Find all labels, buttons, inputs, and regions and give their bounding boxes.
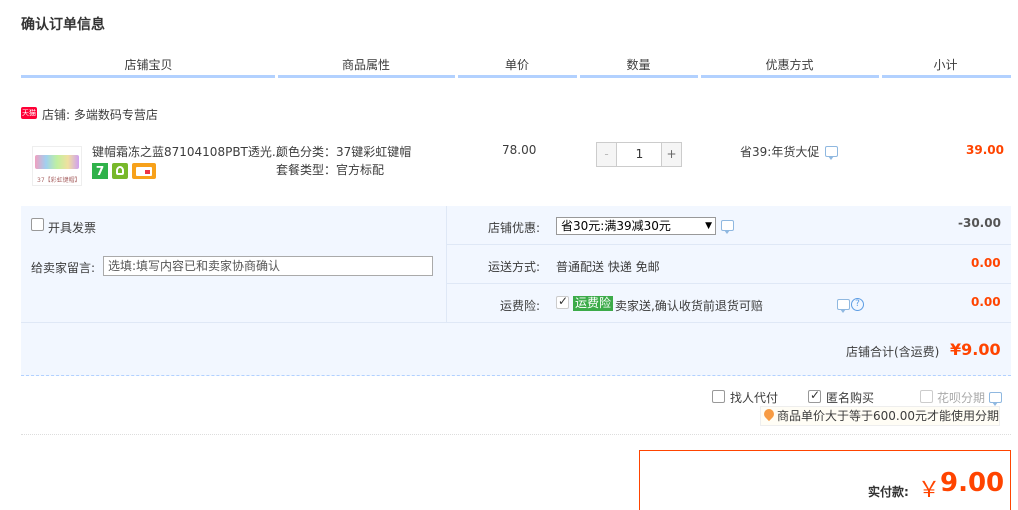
installment-checkbox [920, 390, 933, 403]
currency-symbol: ￥ [918, 478, 941, 503]
item-subtotal: 39.00 [966, 143, 1004, 157]
shipping-method: 普通配送 快递 免邮 [556, 260, 660, 274]
col-header-attrs: 商品属性 [341, 58, 390, 72]
shop-name[interactable]: 店铺: 多端数码专营店 [42, 106, 158, 123]
shop-coupon-select[interactable]: 省30元:满39减30元 ▼ [556, 217, 716, 235]
proxy-pay-checkbox[interactable] [712, 390, 725, 403]
product-thumbnail[interactable]: 37【彩虹键帽】 [32, 146, 82, 186]
attr-color: 颜色分类：37键彩虹键帽 [276, 145, 412, 159]
qty-plus-button[interactable]: + [661, 143, 681, 166]
unit-price: 78.00 [502, 143, 537, 157]
actual-pay-label: 实付款: [868, 485, 909, 499]
invoice-checkbox[interactable] [31, 218, 44, 231]
panel-bottom-border [21, 375, 1011, 376]
promo-info-icon[interactable] [825, 146, 838, 160]
col-header-price: 单价 [504, 58, 529, 72]
keyboard-image [35, 155, 79, 169]
insurance-checkbox [556, 294, 569, 309]
anonymous-purchase-checkbox[interactable] [808, 388, 821, 403]
help-question-icon[interactable]: ? [851, 298, 864, 311]
thumbnail-caption: 37【彩虹键帽】 [37, 177, 81, 184]
insurance-label: 运费险: [500, 299, 541, 313]
panel-divider [446, 206, 447, 322]
col-header-qty: 数量 [626, 58, 651, 72]
anonymous-purchase-label[interactable]: 匿名购买 [826, 389, 874, 406]
insurance-description: 卖家送,确认收货前退货可赔 [615, 299, 763, 313]
coupon-info-icon[interactable] [721, 220, 734, 234]
installment-info-icon[interactable] [989, 392, 1002, 406]
coupon-label: 店铺优惠: [488, 221, 541, 235]
actual-pay-amount: 9.00 [940, 468, 1005, 498]
qty-input[interactable]: 1 [618, 143, 661, 166]
checkout-divider [21, 434, 1011, 435]
promo-text: 省39:年货大促 [740, 145, 820, 159]
insurance-chat-icon[interactable] [837, 299, 850, 313]
shipping-label: 运送方式: [488, 260, 541, 274]
installment-tip: 商品单价大于等于600.00元才能使用分期 [760, 406, 1000, 426]
coupon-selected-value: 省30元:满39减30元 [561, 219, 671, 233]
message-label: 给卖家留言: [31, 261, 96, 275]
tmall-icon: 天猫 [21, 107, 37, 119]
qty-minus-button[interactable]: - [597, 143, 617, 166]
shipping-amount: 0.00 [971, 256, 1001, 270]
seven-day-return-icon[interactable]: 7 [92, 163, 108, 179]
page-title: 确认订单信息 [21, 17, 105, 33]
invoice-label[interactable]: 开具发票 [48, 219, 96, 236]
insurance-tag: 运费险 [573, 296, 614, 311]
chevron-down-icon: ▼ [705, 221, 712, 231]
shop-total-label: 店铺合计(含运费) [846, 345, 940, 359]
attr-package: 套餐类型：官方标配 [276, 163, 385, 177]
quantity-stepper[interactable]: - 1 + [596, 142, 682, 167]
proxy-pay-label[interactable]: 找人代付 [730, 389, 778, 406]
installment-label: 花呗分期 [937, 391, 986, 405]
header-underline [21, 75, 1011, 78]
card-payment-icon[interactable] [132, 163, 156, 179]
col-header-promo: 优惠方式 [765, 58, 814, 72]
col-header-subtotal: 小计 [933, 58, 958, 72]
quality-badge-icon[interactable] [112, 163, 128, 179]
shop-total-amount: ¥9.00 [950, 340, 1001, 359]
seller-message-input[interactable]: 选填:填写内容已和卖家协商确认 [103, 256, 433, 276]
product-title-link[interactable]: 键帽霜冻之蓝87104108PBT透光... [92, 143, 283, 160]
col-header-item: 店铺宝贝 [124, 58, 173, 72]
coupon-amount: -30.00 [958, 216, 1001, 230]
insurance-amount: 0.00 [971, 295, 1001, 309]
